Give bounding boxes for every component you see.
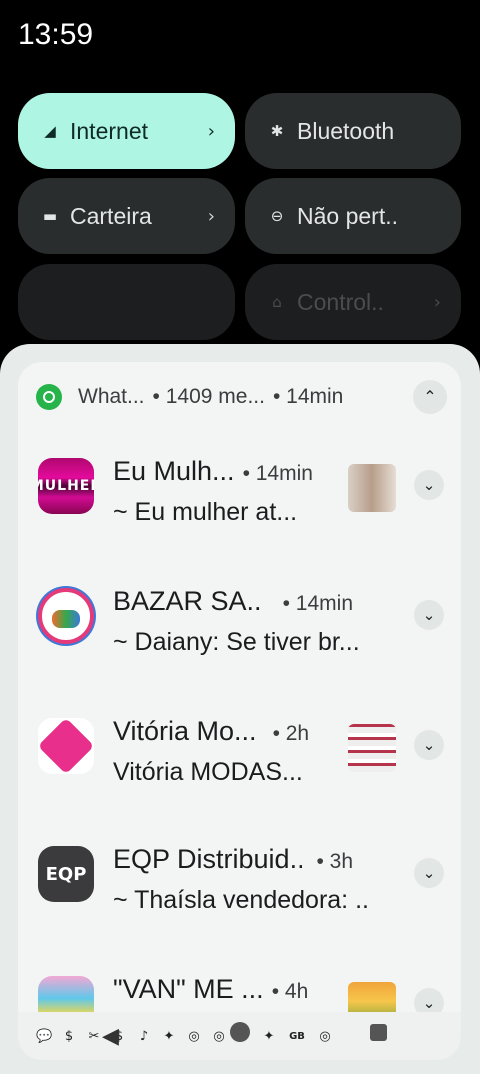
chrome-icon: ◎ [188, 1028, 200, 1044]
chrome-icon: ◎ [213, 1028, 225, 1044]
tile-label: Não pert.. [297, 202, 398, 229]
avatar: EQP [38, 846, 94, 902]
avatar [38, 976, 94, 1012]
chevron-right-icon: › [433, 291, 441, 313]
expand-button[interactable]: ⌄ [414, 470, 444, 500]
notification-item[interactable]: EQP EQP Distribuid... • 3h ~ Thaísla ven… [18, 840, 461, 950]
collapse-button[interactable]: ⌃ [413, 380, 447, 414]
image-thumbnail [348, 724, 396, 772]
notification-time: • 2h [272, 722, 310, 745]
do-not-disturb-icon: ⊖ [270, 207, 284, 225]
tile-label: Internet [70, 117, 148, 144]
tile-label: Bluetooth [297, 117, 395, 144]
home-icon: ⌂ [272, 293, 282, 311]
chevron-right-icon: › [207, 120, 215, 142]
bottom-bar: 💬 $ ✂ $ ♪ ✦ ◎ ◎ ⚑ ✦ GB ◎ ◀ [18, 1012, 461, 1060]
wallet-icon: ▬ [42, 207, 58, 225]
notification-body: ~ Daiany: Se tiver br... [113, 628, 360, 656]
home-button[interactable] [230, 1022, 250, 1042]
tiktok-icon: ♪ [139, 1028, 149, 1044]
expand-button[interactable]: ⌄ [414, 988, 444, 1012]
notification-item[interactable]: BAZAR SA... • 14min ~ Daiany: Se tiver b… [18, 582, 461, 692]
bluetooth-icon: ✱ [270, 122, 284, 140]
chevron-right-icon: › [207, 205, 215, 227]
signal-icon: ◢ [44, 122, 56, 140]
image-thumbnail [348, 982, 396, 1012]
notification-title: BAZAR SA... [113, 586, 261, 616]
chat-icon: 💬 [36, 1028, 53, 1044]
tile-label: Carteira [70, 202, 152, 229]
expand-button[interactable]: ⌄ [414, 730, 444, 760]
expand-button[interactable]: ⌄ [414, 600, 444, 630]
notification-title: "VAN" ME ... [113, 974, 264, 1004]
tile-home-controls[interactable]: ⌂ Control.. › [245, 264, 461, 340]
tile-label: Control.. [297, 288, 384, 315]
message-count: • 1409 me... [152, 385, 265, 408]
instagram-icon: ◎ [319, 1028, 331, 1044]
tile-wallet[interactable]: ▬ Carteira › [18, 178, 235, 254]
whatsapp-icon [36, 384, 62, 410]
app-icon: ✦ [163, 1028, 175, 1044]
notification-item[interactable]: MULHER Eu Mulh... • 14min ~ Eu mulher at… [18, 452, 461, 562]
expand-button[interactable]: ⌄ [414, 858, 444, 888]
gb-icon: GB [289, 1030, 305, 1042]
notification-title: Eu Mulh... [113, 456, 235, 486]
image-thumbnail [348, 464, 396, 512]
app-icon: ✦ [263, 1028, 275, 1044]
group-time: • 14min [272, 385, 344, 408]
tile-bluetooth[interactable]: ✱ Bluetooth [245, 93, 461, 169]
tile-do-not-disturb[interactable]: ⊖ Não pert.. [245, 178, 461, 254]
shop-icon: $ [64, 1028, 74, 1044]
avatar [38, 718, 94, 774]
notification-time: • 14min [282, 592, 353, 615]
notification-title: EQP Distribuid... [113, 844, 303, 874]
notification-title: Vitória Mo... [113, 716, 257, 746]
notification-time: • 3h [316, 850, 353, 873]
logo-diamond [38, 718, 94, 774]
notification-item[interactable]: "VAN" ME ... • 4h ⌄ [18, 970, 461, 1012]
avatar [38, 588, 94, 644]
app-name: What... [78, 385, 145, 408]
back-button[interactable]: ◀ [102, 1024, 119, 1049]
notification-item[interactable]: Vitória Mo... • 2h Vitória MODAS... ⌄ [18, 712, 461, 822]
recents-button[interactable] [370, 1024, 387, 1041]
scissors-icon: ✂ [88, 1028, 100, 1044]
avatar: MULHER [38, 458, 94, 514]
notification-time: • 14min [242, 462, 313, 485]
notification-group-card[interactable]: What... • 1409 me... • 14min ⌃ MULHER Eu… [18, 362, 461, 1012]
notification-time: • 4h [271, 980, 309, 1003]
notification-body: ~ Thaísla vendedora: .. [113, 886, 369, 914]
tile-internet[interactable]: ◢ Internet › [18, 93, 235, 169]
status-clock: 13:59 [18, 18, 94, 51]
notification-group-header[interactable]: What... • 1409 me... • 14min ⌃ [36, 380, 447, 414]
tile-empty[interactable] [18, 264, 235, 340]
